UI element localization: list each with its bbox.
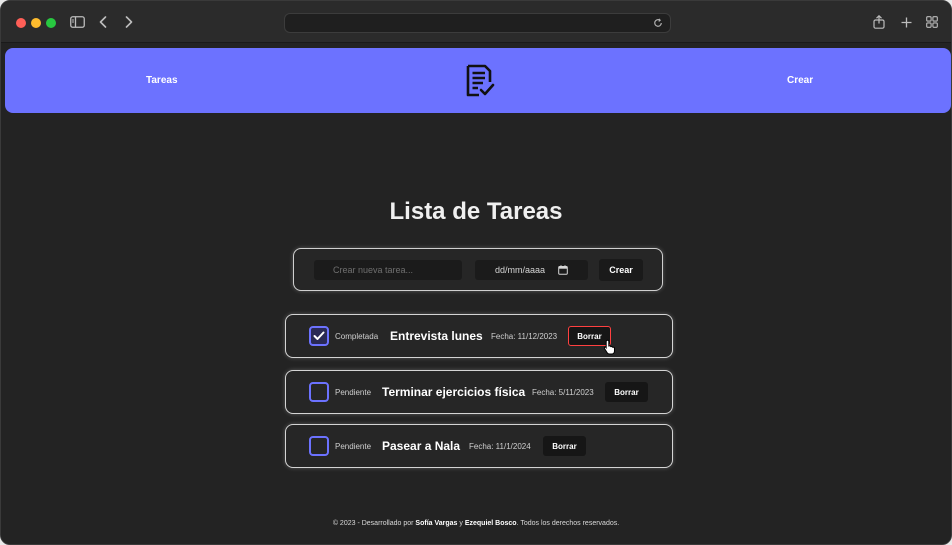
share-icon[interactable] [870, 13, 888, 31]
page-footer: © 2023 - Desarrollado por Sofía Vargas y… [1, 520, 951, 527]
task-name: Entrevista lunes [390, 329, 483, 343]
task-card: Completada Entrevista lunes Fecha: 11/12… [285, 314, 673, 358]
task-name: Pasear a Nala [382, 439, 461, 453]
footer-joiner: y [457, 520, 465, 527]
checkmark-icon [313, 331, 325, 340]
task-name: Terminar ejercicios física [382, 385, 526, 399]
footer-suffix: . Todos los derechos reservados. [516, 520, 620, 527]
top-navbar: Tareas Crear [5, 48, 951, 113]
tab-overview-icon[interactable] [923, 13, 941, 31]
browser-window: Tareas Crear Lista de Tareas dd/mm/aaaa [0, 0, 952, 545]
forward-icon[interactable] [120, 13, 138, 31]
footer-prefix: © 2023 - Desarrollado por [332, 520, 416, 527]
task-list-icon[interactable] [464, 64, 496, 98]
page-title: Lista de Tareas [389, 198, 563, 225]
task-date-input[interactable]: dd/mm/aaaa [475, 260, 588, 280]
browser-toolbar [1, 1, 951, 43]
task-checkbox[interactable] [309, 382, 329, 402]
nav-link-tareas[interactable]: Tareas [146, 48, 178, 113]
date-input-value: dd/mm/aaaa [495, 265, 546, 275]
task-status: Pendiente [335, 441, 372, 451]
close-window-button[interactable] [16, 18, 26, 28]
minimize-window-button[interactable] [31, 18, 41, 28]
create-task-form: dd/mm/aaaa Crear [293, 248, 663, 291]
maximize-window-button[interactable] [46, 18, 56, 28]
task-date: Fecha: 11/1/2024 [469, 441, 531, 451]
footer-author-1: Sofía Vargas [415, 520, 458, 527]
task-date: Fecha: 11/12/2023 [491, 331, 558, 341]
task-status: Completada [335, 331, 379, 341]
task-card: Pendiente Pasear a Nala Fecha: 11/1/2024… [285, 424, 673, 468]
create-task-button[interactable]: Crear [599, 259, 643, 281]
new-tab-icon[interactable] [897, 13, 915, 31]
task-status: Pendiente [335, 387, 372, 397]
task-date: Fecha: 5/11/2023 [532, 387, 594, 397]
page-content: Tareas Crear Lista de Tareas dd/mm/aaaa [1, 44, 951, 544]
task-name-input[interactable] [314, 260, 462, 280]
pointer-cursor-icon [603, 339, 617, 355]
task-checkbox[interactable] [309, 436, 329, 456]
nav-link-crear[interactable]: Crear [787, 48, 813, 113]
reload-icon[interactable] [650, 15, 666, 31]
calendar-icon[interactable] [558, 265, 568, 275]
back-icon[interactable] [94, 13, 112, 31]
footer-author-2: Ezequiel Bosco [464, 520, 517, 527]
delete-task-button[interactable]: Borrar [543, 436, 586, 456]
task-card: Pendiente Terminar ejercicios física Fec… [285, 370, 673, 414]
task-checkbox[interactable] [309, 326, 329, 346]
address-bar[interactable] [284, 13, 671, 33]
delete-task-button[interactable]: Borrar [605, 382, 648, 402]
sidebar-icon[interactable] [68, 13, 86, 31]
